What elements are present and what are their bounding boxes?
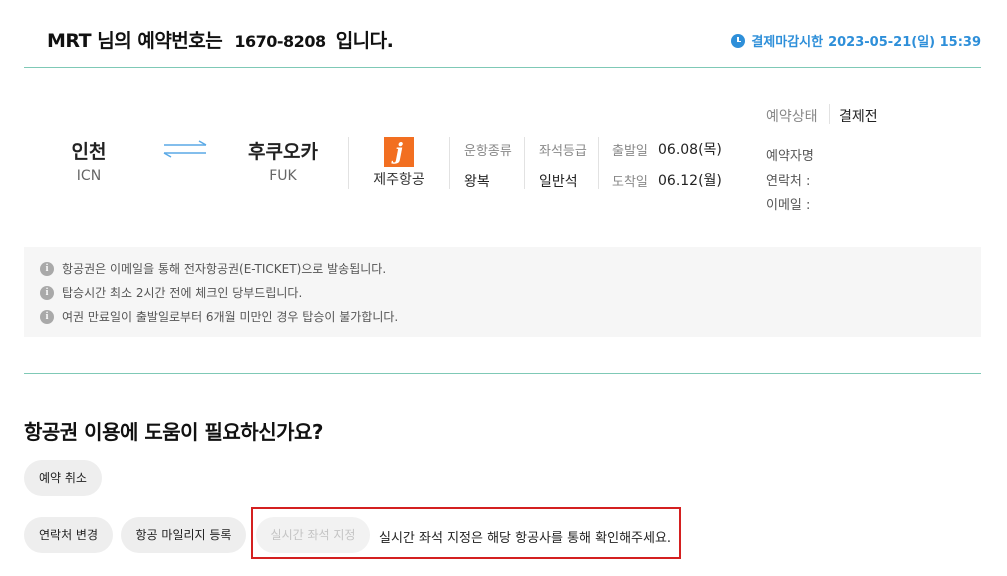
jeju-air-logo-icon: j xyxy=(384,137,414,167)
origin-code: ICN xyxy=(76,168,102,184)
email-label: 이메일 : xyxy=(766,198,811,213)
info-icon: i xyxy=(40,261,54,276)
status-value: 결제전 xyxy=(839,109,878,125)
depart-label: 출발일 xyxy=(612,144,648,159)
change-contact-button[interactable]: 연락처 변경 xyxy=(24,517,113,553)
notice-item: i 항공권은 이메일을 통해 전자항공권(E-TICKET)으로 발송됩니다. xyxy=(40,260,386,277)
destination-code: FUK xyxy=(269,168,297,184)
title-prefix: MRT 님의 예약번호는 xyxy=(47,30,223,52)
header-divider xyxy=(24,67,981,68)
phone-label: 연락처 : xyxy=(766,174,811,189)
help-title: 항공권 이용에 도움이 필요하신가요? xyxy=(24,420,324,444)
trip-type-label: 운항종류 xyxy=(464,144,512,159)
clock-icon xyxy=(731,33,746,48)
origin-city: 인천 xyxy=(71,141,107,163)
trip-type-value: 왕복 xyxy=(464,174,490,190)
airline-name: 제주항공 xyxy=(373,172,425,188)
status-divider xyxy=(829,104,830,124)
register-mileage-button[interactable]: 항공 마일리지 등록 xyxy=(121,517,246,553)
route-divider xyxy=(348,137,349,189)
depart-value: 06.08(목) xyxy=(658,142,722,158)
notice-item: i 탑승시간 최소 2시간 전에 체크인 당부드립니다. xyxy=(40,284,302,301)
arrive-value: 06.12(월) xyxy=(658,173,722,189)
realtime-seat-button[interactable]: 실시간 좌석 지정 xyxy=(256,517,370,553)
deadline-value: 2023-05-21(일) 15:39 xyxy=(828,35,981,50)
notice-text: 여권 만료일이 출발일로부터 6개월 미만인 경우 탑승이 불가합니다. xyxy=(62,310,399,324)
booking-number: 1670-8208 xyxy=(234,32,326,51)
seat-message: 실시간 좌석 지정은 해당 항공사를 통해 확인해주세요. xyxy=(379,531,672,546)
round-trip-arrows-icon xyxy=(163,140,207,158)
seat-class-label: 좌석등급 xyxy=(539,144,587,159)
notice-text: 탑승시간 최소 2시간 전에 체크인 당부드립니다. xyxy=(62,286,303,300)
payment-deadline: 결제마감시한 2023-05-21(일) 15:39 xyxy=(731,31,981,50)
trip-type-divider xyxy=(524,137,525,189)
section-divider xyxy=(24,373,981,374)
cancel-booking-button[interactable]: 예약 취소 xyxy=(24,460,102,496)
deadline-label: 결제마감시한 xyxy=(751,35,824,50)
arrive-label: 도착일 xyxy=(612,175,648,190)
destination-city: 후쿠오카 xyxy=(248,141,318,163)
notice-item: i 여권 만료일이 출발일로부터 6개월 미만인 경우 탑승이 불가합니다. xyxy=(40,308,398,325)
info-icon: i xyxy=(40,285,54,300)
airline-divider xyxy=(449,137,450,189)
seat-class-value: 일반석 xyxy=(539,174,578,190)
title-suffix: 입니다. xyxy=(335,30,394,52)
notice-text: 항공권은 이메일을 통해 전자항공권(E-TICKET)으로 발송됩니다. xyxy=(62,262,387,276)
booker-name-label: 예약자명 xyxy=(766,149,814,164)
info-icon: i xyxy=(40,309,54,324)
page-title: MRT 님의 예약번호는 1670-8208 입니다. xyxy=(47,26,394,53)
status-label: 예약상태 xyxy=(766,109,818,125)
seat-class-divider xyxy=(598,137,599,189)
